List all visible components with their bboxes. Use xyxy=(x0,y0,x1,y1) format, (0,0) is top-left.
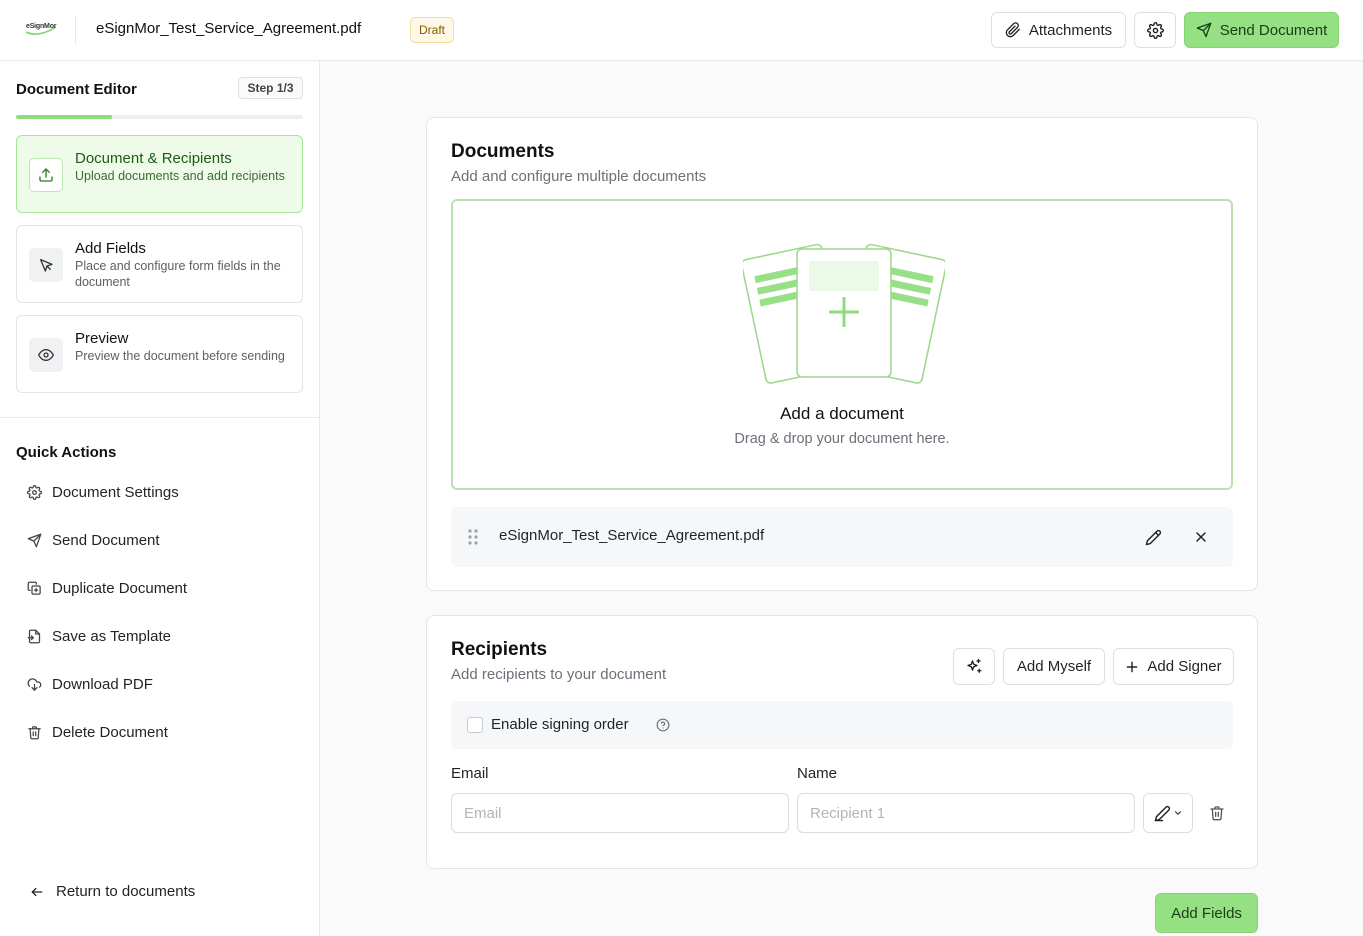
step-badge: Step 1/3 xyxy=(238,77,303,99)
settings-button[interactable] xyxy=(1134,12,1176,48)
quick-action-delete-document[interactable]: Delete Document xyxy=(16,714,303,750)
recipient-name-input[interactable] xyxy=(797,793,1135,833)
add-fields-label: Add Fields xyxy=(1171,904,1242,922)
quick-action-duplicate-document[interactable]: Duplicate Document xyxy=(16,570,303,606)
gear-icon xyxy=(16,484,52,500)
return-to-documents-link[interactable]: Return to documents xyxy=(30,883,195,900)
trash-icon xyxy=(1209,805,1225,821)
name-column-label: Name xyxy=(797,765,838,782)
recipient-email-input[interactable] xyxy=(451,793,789,833)
send-document-label: Send Document xyxy=(1219,21,1328,39)
drag-handle-icon[interactable] xyxy=(467,528,479,546)
recipients-subtitle: Add recipients to your document xyxy=(451,666,667,683)
app-logo[interactable]: eSignMor xyxy=(24,18,58,40)
document-upload-illustration xyxy=(743,239,945,389)
step-description: Place and configure form fields in the d… xyxy=(75,259,281,289)
dropzone-subtitle: Drag & drop your document here. xyxy=(734,431,950,447)
eye-icon xyxy=(29,338,63,372)
remove-document-button[interactable] xyxy=(1185,521,1217,553)
step-description: Upload documents and add recipients xyxy=(75,169,285,183)
plus-icon xyxy=(1125,660,1139,674)
quick-action-save-as-template[interactable]: Save as Template xyxy=(16,618,303,654)
attachments-button[interactable]: Attachments xyxy=(991,12,1126,48)
step-preview[interactable]: Preview Preview the document before send… xyxy=(16,315,303,393)
paperclip-icon xyxy=(1005,22,1021,38)
send-document-button[interactable]: Send Document xyxy=(1184,12,1339,48)
step-description: Preview the document before sending xyxy=(75,349,285,363)
step-title: Preview xyxy=(75,330,129,347)
recipients-card: Recipients Add recipients to your docume… xyxy=(426,615,1258,869)
quick-action-download-pdf[interactable]: Download PDF xyxy=(16,666,303,702)
step-document-recipients[interactable]: Document & Recipients Upload documents a… xyxy=(16,135,303,213)
add-signer-button[interactable]: Add Signer xyxy=(1113,648,1234,685)
document-list-item: eSignMor_Test_Service_Agreement.pdf xyxy=(451,507,1233,567)
signing-order-checkbox[interactable] xyxy=(467,717,483,733)
send-icon xyxy=(16,533,52,548)
send-icon xyxy=(1196,22,1212,38)
add-myself-label: Add Myself xyxy=(1016,658,1092,675)
step-title: Document & Recipients xyxy=(75,150,232,167)
quick-action-send-document[interactable]: Send Document xyxy=(16,522,303,558)
documents-title: Documents xyxy=(451,141,555,162)
download-icon xyxy=(16,677,52,692)
quick-action-label: Delete Document xyxy=(52,723,168,741)
sidebar-divider xyxy=(0,417,319,418)
recipients-title: Recipients xyxy=(451,639,548,660)
document-dropzone[interactable]: Add a document Drag & drop your document… xyxy=(451,199,1233,490)
signing-order-label: Enable signing order xyxy=(491,716,629,733)
quick-action-label: Download PDF xyxy=(52,675,153,693)
step-title: Add Fields xyxy=(75,240,146,257)
quick-action-label: Save as Template xyxy=(52,627,171,645)
documents-subtitle: Add and configure multiple documents xyxy=(451,168,707,185)
quick-action-document-settings[interactable]: Document Settings xyxy=(16,474,303,510)
template-icon xyxy=(16,629,52,644)
document-title: eSignMor_Test_Service_Agreement.pdf xyxy=(96,20,362,37)
sparkles-icon xyxy=(965,658,983,676)
header-divider xyxy=(75,16,76,44)
quick-action-label: Duplicate Document xyxy=(52,579,188,597)
add-myself-button[interactable]: Add Myself xyxy=(1003,648,1105,685)
step-add-fields[interactable]: Add Fields Place and configure form fiel… xyxy=(16,225,303,303)
trash-icon xyxy=(16,725,52,740)
quick-action-label: Document Settings xyxy=(52,483,179,501)
recipient-role-select[interactable] xyxy=(1143,793,1193,833)
logo-text: eSignMor xyxy=(26,23,57,30)
ai-detect-recipients-button[interactable] xyxy=(953,648,995,685)
signing-order-option: Enable signing order xyxy=(451,701,1233,749)
rename-document-button[interactable] xyxy=(1137,521,1169,553)
quick-action-label: Send Document xyxy=(52,531,160,549)
add-signer-label: Add Signer xyxy=(1147,658,1222,675)
quick-actions-title: Quick Actions xyxy=(16,444,117,461)
pen-icon xyxy=(1154,805,1171,822)
sidebar: Document Editor Step 1/3 Document & Reci… xyxy=(0,61,320,936)
duplicate-icon xyxy=(16,581,52,596)
documents-card: Documents Add and configure multiple doc… xyxy=(426,117,1258,591)
pencil-icon xyxy=(1145,529,1162,546)
progress-fill xyxy=(16,115,112,119)
dropzone-title: Add a document xyxy=(780,404,904,423)
email-column-label: Email xyxy=(451,765,489,782)
progress-bar xyxy=(16,115,303,119)
top-bar: eSignMor eSignMor_Test_Service_Agreement… xyxy=(0,0,1363,61)
help-icon[interactable] xyxy=(656,718,670,732)
attachments-label: Attachments xyxy=(1028,21,1113,39)
upload-icon xyxy=(29,158,63,192)
delete-recipient-button[interactable] xyxy=(1201,797,1233,829)
sidebar-title: Document Editor xyxy=(16,81,137,98)
arrow-left-icon xyxy=(30,885,44,899)
chevron-down-icon xyxy=(1173,808,1183,818)
add-fields-next-button[interactable]: Add Fields xyxy=(1155,893,1258,933)
status-badge: Draft xyxy=(410,17,455,43)
gear-icon xyxy=(1146,21,1164,39)
close-icon xyxy=(1193,529,1209,545)
return-label: Return to documents xyxy=(56,883,196,900)
cursor-icon xyxy=(29,248,63,282)
document-file-name: eSignMor_Test_Service_Agreement.pdf xyxy=(499,527,765,544)
